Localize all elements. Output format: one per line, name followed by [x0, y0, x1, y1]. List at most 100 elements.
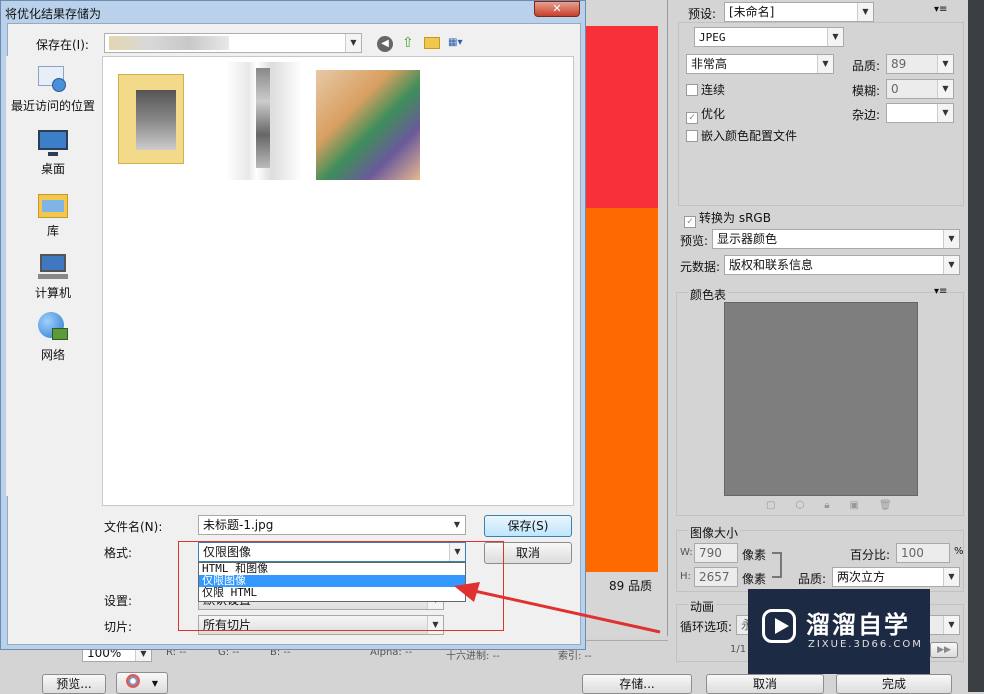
- settings-label: 设置:: [104, 594, 133, 608]
- back-icon[interactable]: ◀: [377, 36, 393, 52]
- done-button[interactable]: 完成: [836, 674, 952, 694]
- file-item-blurred-1[interactable]: [226, 62, 302, 180]
- store-button[interactable]: 存储...: [582, 674, 692, 694]
- resample-value: 两次立方: [837, 570, 886, 584]
- blur-value: 0: [891, 82, 899, 96]
- chevron-down-icon: ▼: [937, 80, 953, 98]
- chevron-down-icon: ▼: [817, 55, 833, 73]
- quality-level-select[interactable]: 非常高 ▼: [686, 54, 834, 74]
- embed-profile-checkbox[interactable]: 嵌入颜色配置文件: [686, 127, 797, 144]
- checkbox-box: [686, 130, 698, 142]
- matte-select[interactable]: ▼: [886, 103, 954, 123]
- lock-color-icon[interactable]: 🔒︎: [824, 500, 849, 511]
- browser-icon: [126, 674, 140, 688]
- folder-blurred-name: [109, 36, 229, 50]
- color-table-menu-icon[interactable]: ▾≡: [934, 286, 947, 297]
- check-icon: ✓: [686, 112, 698, 124]
- progressive-checkbox[interactable]: 连续: [686, 81, 725, 98]
- fast-forward-icon: ▶▶: [937, 645, 951, 655]
- slices-label: 切片:: [104, 620, 133, 634]
- watermark-url: ZIXUE.3D66.COM: [808, 639, 923, 650]
- chevron-down-icon: ▼: [937, 55, 953, 73]
- optimized-checkbox[interactable]: ✓ 优化: [686, 105, 725, 124]
- web-snap-icon[interactable]: ⬡: [795, 500, 824, 511]
- quality-label: 品质:: [852, 59, 881, 73]
- blur-label: 模糊:: [852, 84, 881, 98]
- chevron-down-icon: ▼: [937, 104, 953, 122]
- height-input[interactable]: 2657: [694, 567, 738, 587]
- chevron-down-icon: ▼: [943, 568, 959, 586]
- percent-value: 100: [901, 546, 924, 560]
- library-icon[interactable]: [36, 190, 70, 220]
- resample-label: 品质:: [798, 572, 827, 586]
- percent-label: 百分比:: [850, 548, 891, 562]
- loop-label: 循环选项:: [680, 620, 733, 634]
- optimized-label: 优化: [701, 107, 726, 121]
- chevron-down-icon: ▼: [449, 516, 465, 534]
- browser-select[interactable]: ▼: [116, 672, 168, 694]
- image-item-blurred[interactable]: [316, 70, 420, 180]
- recent-places-icon[interactable]: [36, 64, 70, 94]
- cancel-main-button[interactable]: 取消: [706, 674, 824, 694]
- view-menu-icon[interactable]: ▦▾: [448, 37, 474, 51]
- computer-icon[interactable]: [36, 252, 70, 282]
- new-color-icon[interactable]: ▣: [850, 500, 879, 511]
- quality-level-value: 非常高: [691, 57, 728, 71]
- frame-counter: 1/1: [730, 644, 747, 655]
- preview-button[interactable]: 预览...: [42, 674, 106, 694]
- desktop-icon[interactable]: [36, 128, 70, 158]
- resample-select[interactable]: 两次立方 ▼: [832, 567, 960, 587]
- blur-input[interactable]: 0 ▼: [886, 79, 954, 99]
- save-in-select[interactable]: ▼: [104, 33, 362, 53]
- percent-input[interactable]: 100: [896, 543, 950, 563]
- preview-select[interactable]: 显示器颜色 ▼: [712, 229, 960, 249]
- percent-unit: %: [954, 546, 964, 557]
- save-button[interactable]: 保存(S): [484, 515, 572, 537]
- convert-srgb-label: 转换为 sRGB: [699, 211, 771, 225]
- chevron-down-icon: ▼: [151, 679, 158, 688]
- panel-menu-icon[interactable]: ▾≡: [934, 4, 947, 15]
- preview-label: 预览:: [680, 234, 709, 248]
- map-color-icon[interactable]: ▢: [766, 500, 795, 511]
- filename-input[interactable]: 未标题-1.jpg ▼: [198, 515, 466, 535]
- dialog-title: 将优化结果存储为: [5, 7, 102, 21]
- format-label: 格式:: [104, 546, 133, 560]
- place-computer-label[interactable]: 计算机: [3, 284, 103, 301]
- chevron-down-icon: ▼: [857, 3, 873, 21]
- preset-value: [未命名]: [729, 5, 775, 19]
- link-icon[interactable]: [772, 552, 782, 578]
- canvas-preview-top: [586, 26, 658, 208]
- height-value: 2657: [699, 570, 730, 584]
- embed-profile-label: 嵌入颜色配置文件: [701, 129, 798, 143]
- place-network-label[interactable]: 网络: [3, 346, 103, 363]
- place-recent-label[interactable]: 最近访问的位置: [3, 97, 103, 114]
- next-frame-button[interactable]: ▶▶: [930, 642, 958, 658]
- place-library-label[interactable]: 库: [3, 222, 103, 239]
- up-folder-icon[interactable]: ⇧: [402, 35, 418, 51]
- width-input[interactable]: 790: [694, 543, 738, 563]
- chevron-down-icon: ▼: [943, 230, 959, 248]
- metadata-select[interactable]: 版权和联系信息 ▼: [724, 255, 960, 275]
- check-icon: ✓: [684, 216, 696, 228]
- place-desktop-label[interactable]: 桌面: [3, 160, 103, 177]
- file-format-value: JPEG: [699, 31, 726, 44]
- file-format-select[interactable]: JPEG ▼: [694, 27, 844, 47]
- color-table-swatch-area: [724, 302, 918, 496]
- width-label: W:: [680, 547, 693, 558]
- play-logo-icon: [762, 609, 796, 643]
- preset-select[interactable]: [未命名] ▼: [724, 2, 874, 22]
- new-folder-icon[interactable]: [424, 37, 440, 49]
- quality-input[interactable]: 89 ▼: [886, 54, 954, 74]
- folder-item-blurred[interactable]: [118, 68, 188, 178]
- chevron-down-icon: ▼: [345, 34, 361, 52]
- network-icon[interactable]: [36, 312, 70, 342]
- close-button[interactable]: ✕: [534, 1, 580, 17]
- delete-color-icon[interactable]: 🗑︎: [879, 500, 912, 511]
- watermark-logo: 溜溜自学 ZIXUE.3D66.COM: [748, 589, 930, 674]
- filename-label: 文件名(N):: [104, 520, 163, 534]
- annotation-arrow: [454, 582, 661, 634]
- image-size-label: 图像大小: [688, 524, 741, 541]
- convert-srgb-checkbox[interactable]: ✓ 转换为 sRGB: [684, 209, 771, 228]
- chevron-down-icon: ▼: [943, 256, 959, 274]
- right-edge-strip: [968, 0, 984, 692]
